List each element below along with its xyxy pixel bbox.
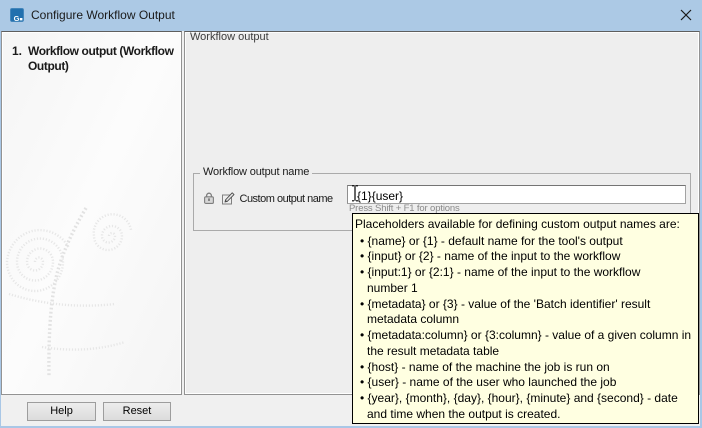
svg-text:G: G	[14, 14, 20, 22]
